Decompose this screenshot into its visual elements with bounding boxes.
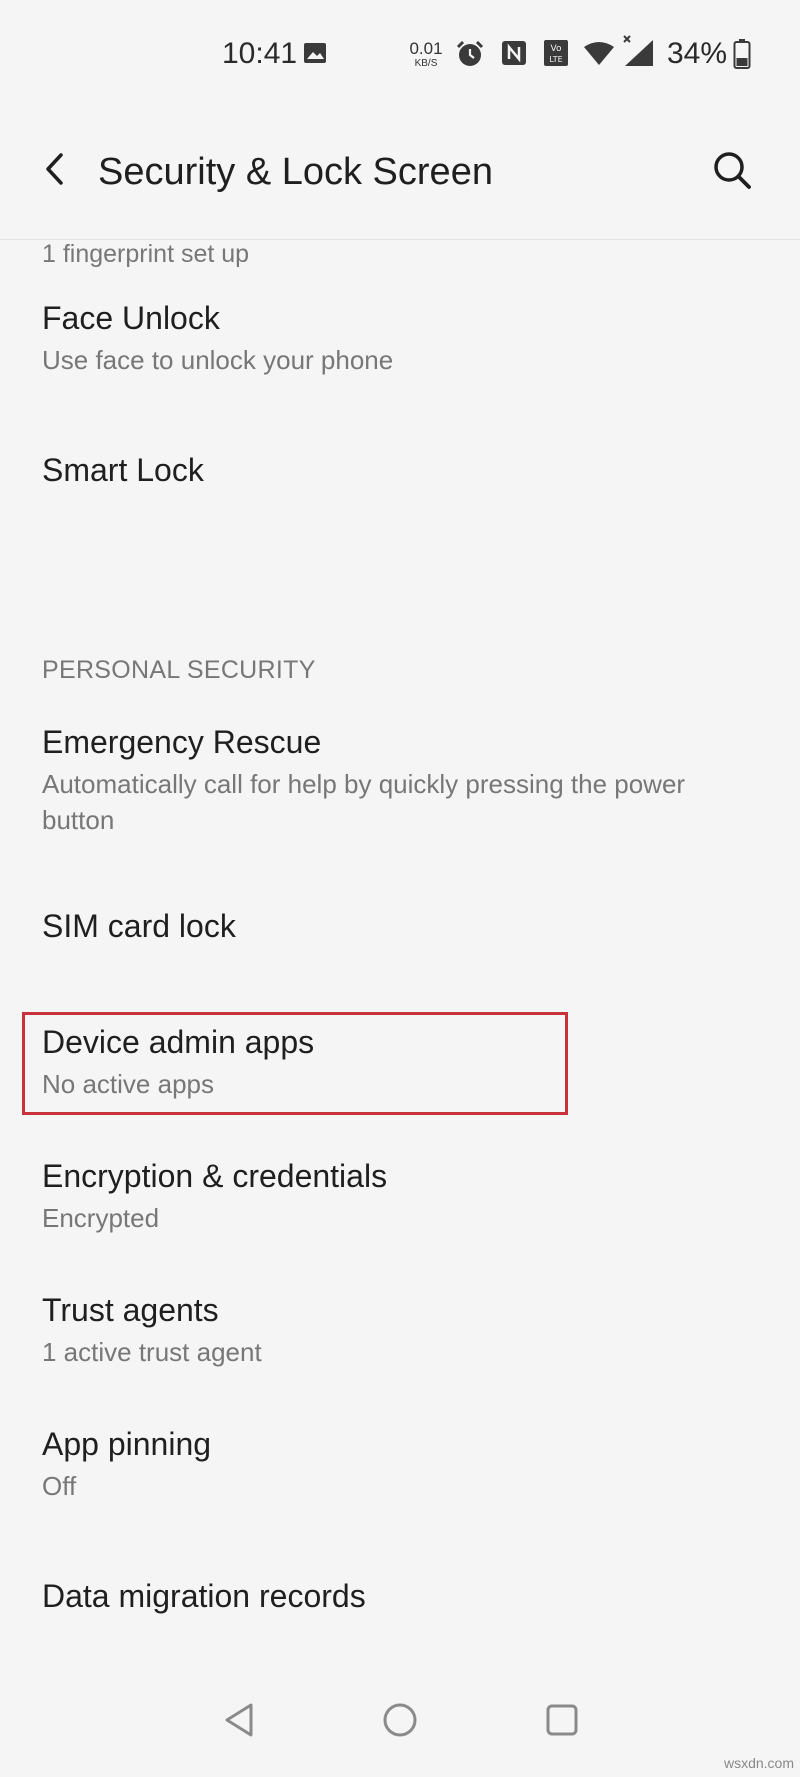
- list-item-subtitle: Automatically call for help by quickly p…: [42, 769, 686, 835]
- back-button[interactable]: [30, 146, 80, 196]
- list-item-title: Smart Lock: [42, 452, 204, 488]
- list-item-emergency-rescue[interactable]: Emergency Rescue Automatically call for …: [0, 724, 800, 864]
- navigation-bar: wsxdn.com: [0, 1667, 800, 1777]
- nfc-icon: [500, 39, 528, 67]
- app-bar: Security & Lock Screen: [0, 108, 800, 240]
- list-item-title: Data migration records: [42, 1578, 366, 1614]
- network-speed-value: 0.01: [409, 39, 443, 58]
- list-item-encryption-credentials[interactable]: Encryption & credentials Encrypted: [0, 1158, 800, 1258]
- list-item-title: App pinning: [42, 1426, 212, 1462]
- fingerprint-subtitle: 1 fingerprint set up: [42, 240, 250, 268]
- cellular-signal-icon: [620, 34, 656, 68]
- list-item-title: Trust agents: [42, 1292, 219, 1328]
- back-arrow-icon: [43, 152, 67, 191]
- list-item-subtitle: Off: [42, 1471, 77, 1501]
- highlight-box: [22, 1012, 568, 1115]
- volte-icon: Vo LTE: [542, 39, 570, 67]
- list-item-subtitle: 1 active trust agent: [42, 1337, 262, 1367]
- network-speed-unit: KB/S: [414, 58, 438, 69]
- list-item-title: Encryption & credentials: [42, 1158, 388, 1194]
- search-button[interactable]: [706, 146, 758, 198]
- list-item-trust-agents[interactable]: Trust agents 1 active trust agent: [0, 1292, 800, 1392]
- nav-home-button[interactable]: [375, 1697, 425, 1747]
- svg-text:LTE: LTE: [549, 55, 562, 64]
- nav-recents-button[interactable]: [537, 1697, 587, 1747]
- list-item-subtitle: Encrypted: [42, 1203, 160, 1233]
- network-speed: 0.01 KB/S: [408, 40, 444, 69]
- battery-icon: [732, 38, 752, 70]
- page-title: Security & Lock Screen: [98, 151, 493, 193]
- search-icon: [712, 150, 752, 195]
- list-item-face-unlock[interactable]: Face Unlock Use face to unlock your phon…: [0, 300, 800, 420]
- wifi-icon: [582, 40, 616, 68]
- svg-text:Vo: Vo: [551, 44, 562, 54]
- square-recents-icon: [545, 1703, 579, 1742]
- list-item-title: Emergency Rescue: [42, 724, 322, 760]
- list-item-title: SIM card lock: [42, 908, 236, 944]
- list-item-app-pinning[interactable]: App pinning Off: [0, 1426, 800, 1526]
- list-item-data-migration-records[interactable]: Data migration records: [0, 1578, 800, 1658]
- section-header-personal-security: PERSONAL SECURITY: [42, 656, 316, 684]
- list-item-sim-card-lock[interactable]: SIM card lock: [0, 908, 800, 988]
- image-icon: [302, 40, 328, 66]
- list-item-smart-lock[interactable]: Smart Lock: [0, 452, 800, 532]
- watermark: wsxdn.com: [723, 1755, 794, 1771]
- circle-home-icon: [382, 1702, 418, 1743]
- status-bar: 10:41 0.01 KB/S Vo LTE 34%: [0, 0, 800, 108]
- alarm-icon: [454, 38, 486, 70]
- nav-back-button[interactable]: [214, 1697, 264, 1747]
- triangle-back-icon: [222, 1701, 256, 1744]
- status-time: 10:41: [222, 37, 298, 70]
- list-item-subtitle: Use face to unlock your phone: [42, 345, 394, 375]
- list-item-title: Face Unlock: [42, 300, 220, 336]
- battery-percent: 34%: [667, 37, 728, 70]
